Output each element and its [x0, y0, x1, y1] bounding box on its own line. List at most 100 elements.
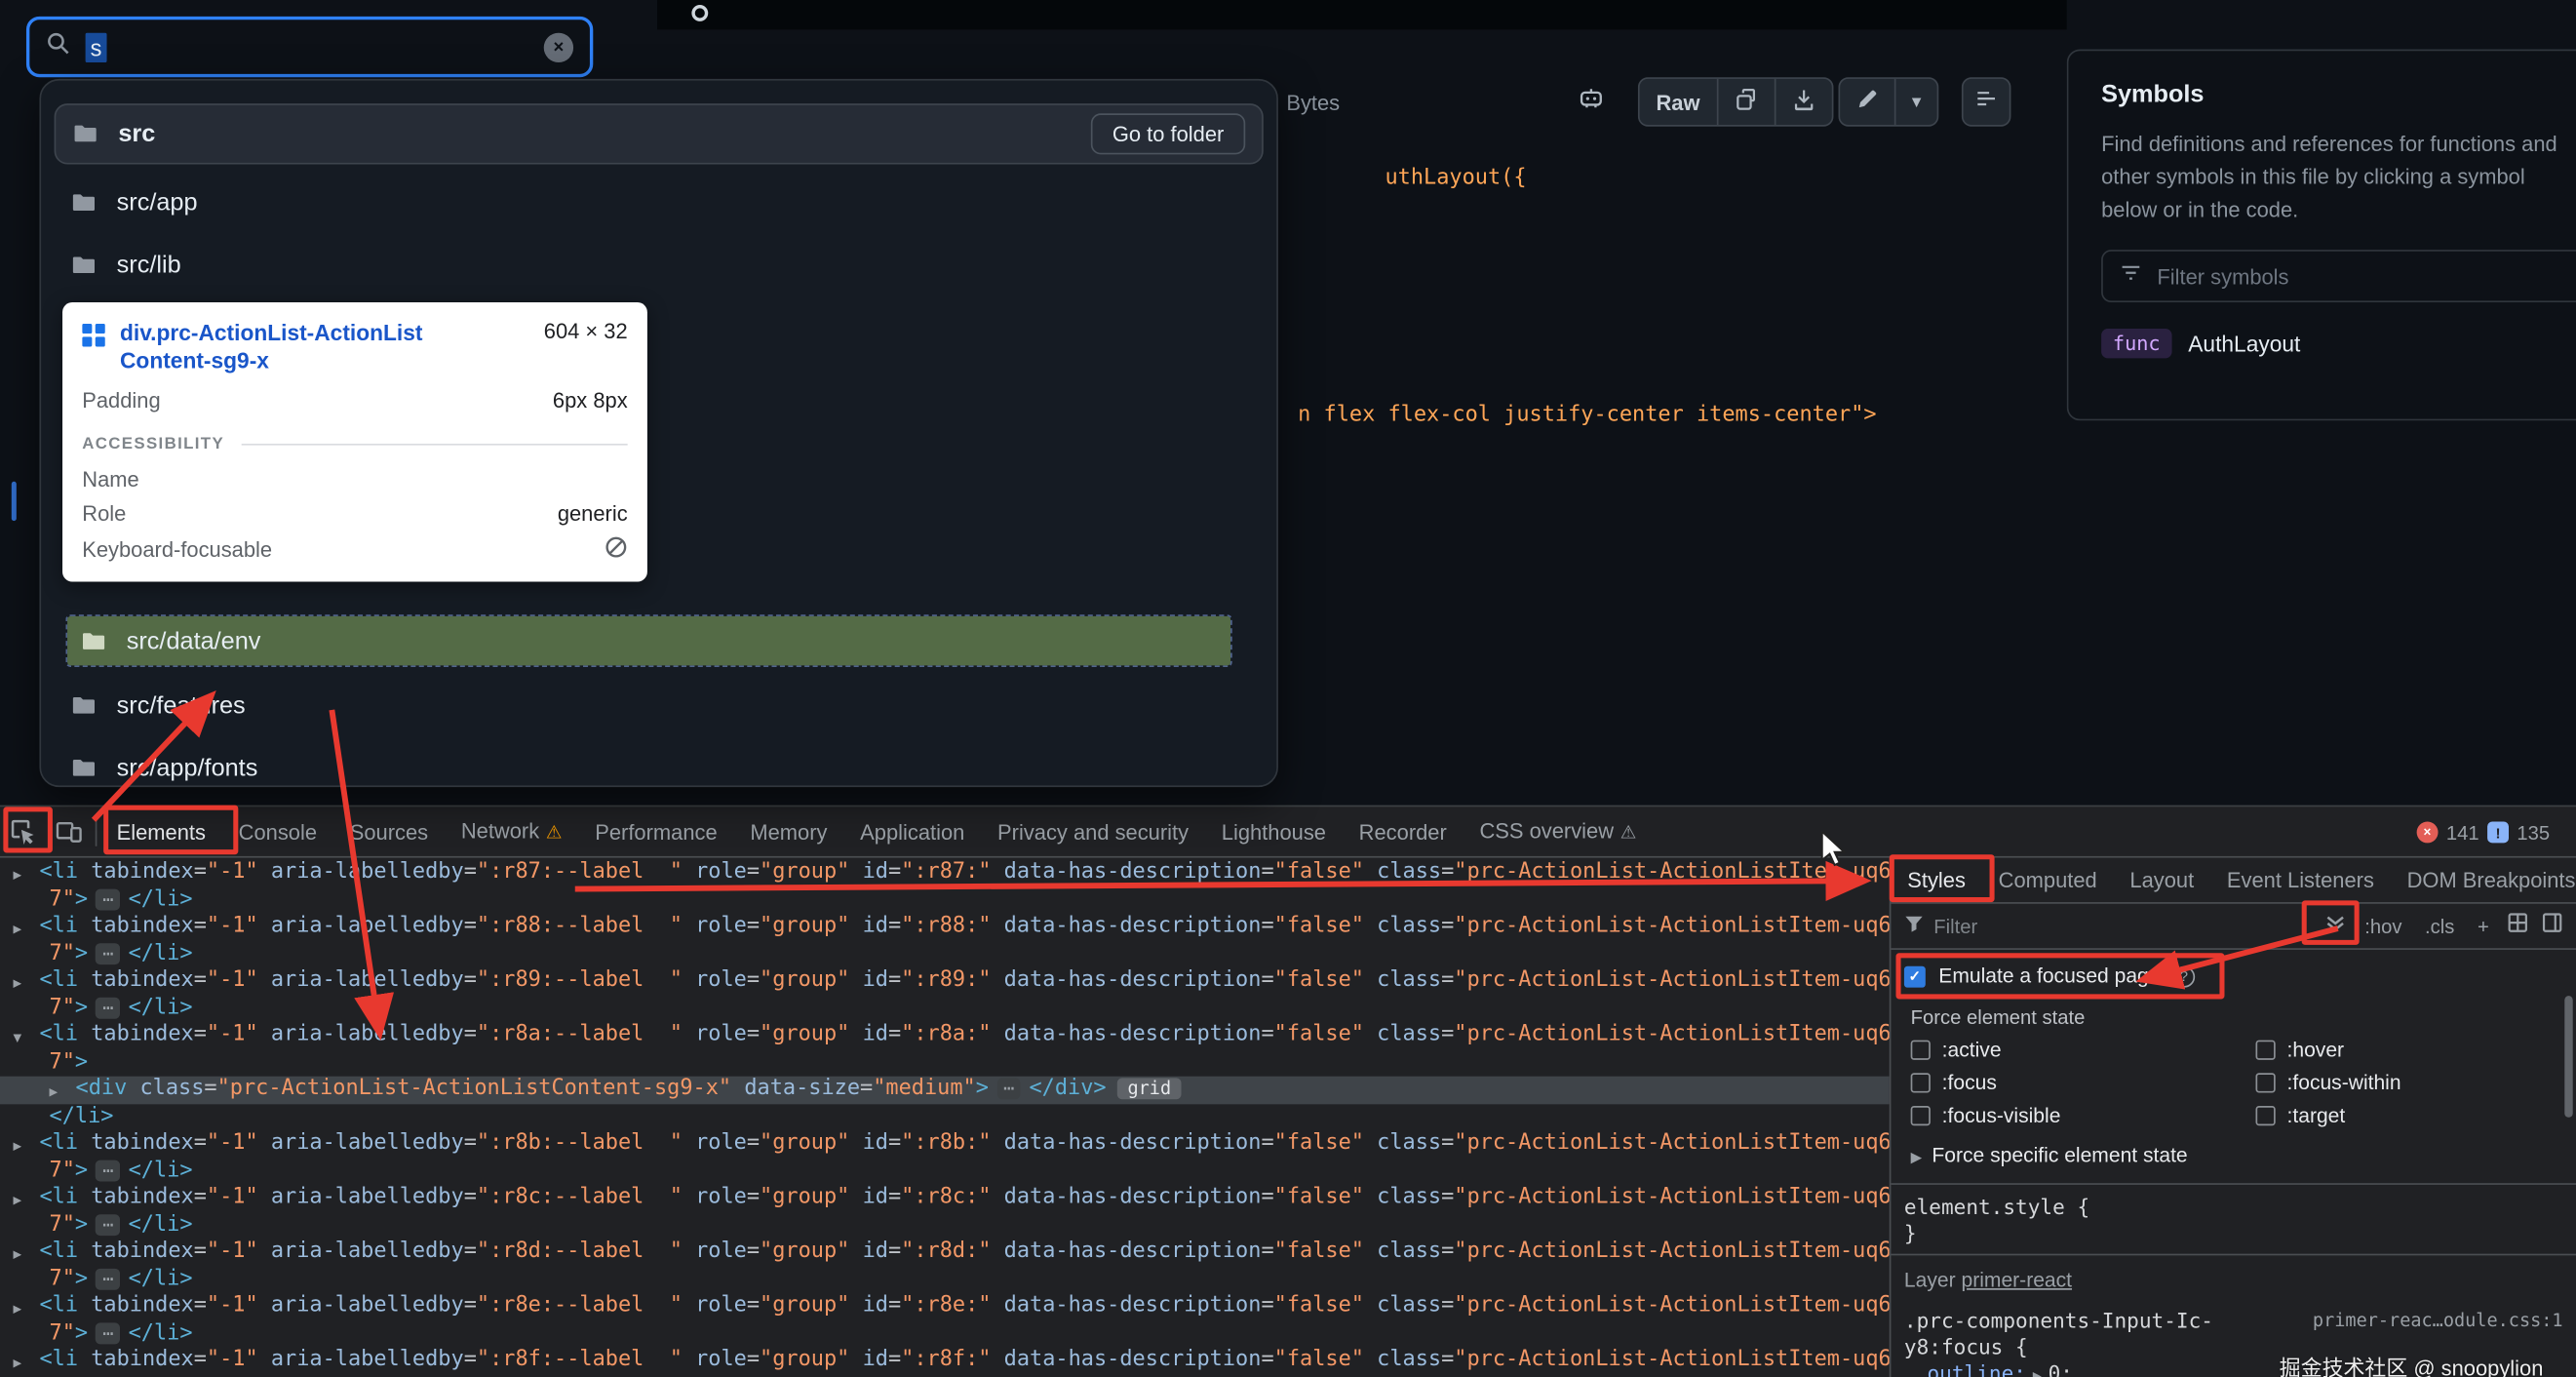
dropdown-item-src-lib[interactable]: src/lib	[55, 235, 1264, 295]
dropdown-item-src[interactable]: src Go to folder	[54, 103, 1264, 165]
dropdown-item-src-app-fonts[interactable]: src/app/fonts	[55, 738, 1264, 786]
checkbox-icon[interactable]	[2255, 1040, 2276, 1060]
disclosure-icon[interactable]: ▶	[13, 1296, 21, 1319]
tab-privacy-and-security[interactable]: Privacy and security	[981, 806, 1205, 856]
expand-shorthand-icon[interactable]: ▶	[2033, 1369, 2042, 1377]
tab-network[interactable]: Network ⚠	[445, 805, 578, 859]
edit-dropdown-button[interactable]: ▾	[1893, 78, 1937, 126]
tree-line[interactable]: 7"> ⋯ </li>	[0, 1320, 1890, 1348]
disclosure-icon[interactable]: ▶	[13, 917, 21, 940]
tree-line[interactable]: ▼ <li tabindex="-1" aria-labelledby=":r8a…	[0, 1022, 1889, 1049]
checkbox-icon[interactable]	[2255, 1106, 2276, 1126]
disclosure-icon[interactable]: ▼	[13, 1025, 21, 1048]
ellipsis-pill[interactable]: ⋯	[96, 1160, 121, 1181]
ellipsis-pill[interactable]: ⋯	[96, 942, 121, 964]
tree-line[interactable]: 7"> ⋯ </li>	[0, 995, 1890, 1022]
tab-event-listeners[interactable]: Event Listeners	[2210, 857, 2391, 903]
attr-value: ":r8b:"	[901, 1130, 992, 1156]
tree-line[interactable]: ▶ <li tabindex="-1" aria-labelledby=":r88…	[0, 914, 1889, 941]
force-specific-element-state[interactable]: ▶ Force specific element state	[1891, 1134, 2576, 1177]
tree-line[interactable]: ▶ <li tabindex="-1" aria-labelledby=":r8f…	[0, 1348, 1889, 1375]
copilot-button[interactable]	[1561, 77, 1620, 127]
tree-line[interactable]: ▶ <li tabindex="-1" aria-labelledby=":r8d…	[0, 1239, 1889, 1266]
tree-line[interactable]: 7"> ⋯ </li>	[0, 1158, 1890, 1185]
dropdown-item-src-features[interactable]: src/features	[55, 676, 1264, 736]
device-toolbar-icon[interactable]	[46, 806, 92, 856]
stylesheet-source-link[interactable]: primer-reac…odule.css:1	[2313, 1308, 2563, 1334]
symbols-panel-toggle-button[interactable]	[1961, 77, 2011, 127]
copy-button[interactable]	[1716, 78, 1774, 126]
edit-button[interactable]	[1840, 79, 1894, 125]
clear-search-icon[interactable]: ×	[543, 31, 574, 62]
console-status-badges[interactable]: × 141 ! 135	[2416, 807, 2550, 857]
filter-icon	[2120, 261, 2143, 293]
file-search-input[interactable]: s ×	[25, 16, 594, 78]
tab-recorder[interactable]: Recorder	[1343, 806, 1464, 856]
attr-name: data-has-description	[991, 1130, 1262, 1156]
checkbox-icon[interactable]	[2255, 1073, 2276, 1093]
tree-line[interactable]: ▶ <li tabindex="-1" aria-labelledby=":r89…	[0, 967, 1889, 995]
element-style-block[interactable]: element.style { }	[1891, 1185, 2576, 1247]
ellipsis-pill[interactable]: ⋯	[96, 887, 121, 910]
disclosure-icon[interactable]: ▶	[13, 1188, 21, 1211]
tree-line[interactable]: 7"> ⋯ </li>	[0, 1212, 1890, 1239]
tree-line[interactable]: 7">	[0, 1049, 1890, 1077]
dropdown-item-src-app[interactable]: src/app	[55, 173, 1264, 233]
tab-memory[interactable]: Memory	[734, 806, 844, 856]
disclosure-icon[interactable]: ▶	[13, 1242, 21, 1266]
tab-computed[interactable]: Computed	[1982, 857, 2114, 903]
computed-sidebar-icon[interactable]	[2542, 911, 2563, 940]
tab-layout[interactable]: Layout	[2114, 857, 2210, 903]
tree-line[interactable]: ▶ <li tabindex="-1" aria-labelledby=":r8b…	[0, 1130, 1889, 1158]
toggle-element-state-button[interactable]: :hov	[2360, 915, 2406, 938]
disclosure-icon[interactable]: ▶	[50, 1080, 59, 1103]
tab-css-overview[interactable]: CSS overview ⚠	[1464, 805, 1654, 859]
raw-button[interactable]: Raw	[1640, 79, 1717, 125]
tree-line[interactable]: </li>	[0, 1103, 1890, 1130]
tree-line[interactable]: ▶ <div class="prc-ActionList-ActionListCo…	[0, 1076, 1890, 1104]
ellipsis-pill[interactable]: ⋯	[96, 996, 121, 1018]
styles-filter-input[interactable]: Filter	[1904, 911, 2312, 940]
state-active[interactable]: :active	[1910, 1039, 2002, 1062]
tree-line[interactable]: ▶ <li tabindex="-1" aria-labelledby=":r8c…	[0, 1185, 1889, 1212]
state-hover[interactable]: :hover	[2255, 1039, 2344, 1062]
state-focus-visible[interactable]: :focus-visible	[1910, 1104, 2060, 1127]
tab-application[interactable]: Application	[843, 806, 981, 856]
scrollbar-thumb[interactable]	[2564, 996, 2573, 1118]
ellipsis-pill[interactable]: ⋯	[96, 1322, 121, 1344]
disclosure-icon[interactable]: ▶	[13, 1134, 21, 1158]
tab-dom-breakpoints[interactable]: DOM Breakpoints	[2391, 857, 2576, 903]
tab-lighthouse[interactable]: Lighthouse	[1205, 806, 1343, 856]
download-button[interactable]	[1774, 78, 1831, 126]
dropdown-item-src-data-env-inspect-highlighted[interactable]: src/data/env	[65, 614, 1232, 668]
symbol-result-row[interactable]: func AuthLayout	[2101, 329, 2576, 360]
tree-line[interactable]: ▶ <li tabindex="-1" aria-labelledby=":r87…	[0, 859, 1889, 886]
disclosure-icon[interactable]: ▶	[13, 1351, 21, 1374]
tree-line[interactable]: 7"> ⋯ </li>	[0, 886, 1890, 914]
checkbox-icon[interactable]	[1910, 1040, 1931, 1060]
tree-line[interactable]: ▶ <li tabindex="-1" aria-labelledby=":r8e…	[0, 1293, 1889, 1320]
go-to-folder-button[interactable]: Go to folder	[1090, 113, 1246, 155]
filter-symbols-input[interactable]: Filter symbols	[2101, 250, 2576, 303]
tab-performance[interactable]: Performance	[578, 806, 733, 856]
ellipsis-pill[interactable]: ⋯	[96, 1268, 121, 1289]
grid-overlay-icon[interactable]	[2507, 911, 2528, 940]
state-target[interactable]: :target	[2255, 1104, 2345, 1127]
disclosure-icon[interactable]: ▶	[13, 971, 21, 995]
checkbox-icon[interactable]	[1910, 1073, 1931, 1093]
disclosure-icon[interactable]: ▶	[13, 863, 21, 886]
tree-line[interactable]: 7"> ⋯ </li>	[0, 941, 1890, 968]
new-style-rule-button[interactable]: +	[2473, 915, 2494, 938]
tree-line[interactable]: 7"> ⋯ </li>	[0, 1266, 1890, 1293]
element-classes-button[interactable]: .cls	[2420, 915, 2459, 938]
ellipsis-pill[interactable]: ⋯	[96, 1213, 121, 1236]
elements-tree[interactable]: ▶ <li tabindex="-1" aria-labelledby=":r87…	[0, 858, 1890, 1377]
state-focus-within[interactable]: :focus-within	[2255, 1072, 2401, 1094]
ellipsis-pill[interactable]: ⋯	[996, 1078, 1022, 1099]
tab-console[interactable]: Console	[222, 806, 333, 856]
layer-link[interactable]: primer-react	[1961, 1269, 2072, 1292]
checkbox-icon[interactable]	[1910, 1106, 1931, 1126]
grid-badge[interactable]: grid	[1117, 1078, 1182, 1099]
state-focus[interactable]: :focus	[1910, 1072, 1997, 1094]
tab-sources[interactable]: Sources	[333, 806, 445, 856]
